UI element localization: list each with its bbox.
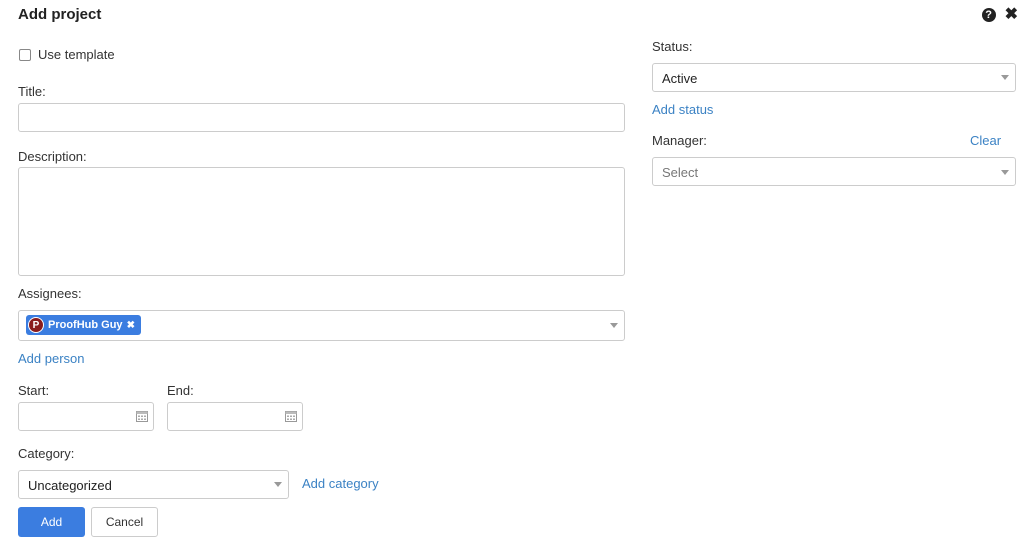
- end-label: End:: [167, 383, 194, 398]
- assignee-tag: P ProofHub Guy ✖: [26, 315, 141, 335]
- category-chevron-down-icon[interactable]: [274, 482, 282, 487]
- add-status-link[interactable]: Add status: [652, 102, 713, 117]
- description-label: Description:: [18, 149, 87, 164]
- remove-tag-icon[interactable]: ✖: [127, 320, 135, 331]
- cancel-button[interactable]: Cancel: [91, 507, 158, 537]
- assignee-name: ProofHub Guy: [48, 319, 123, 331]
- description-textarea[interactable]: [18, 167, 625, 276]
- manager-chevron-down-icon[interactable]: [1001, 170, 1009, 175]
- assignees-label: Assignees:: [18, 286, 82, 301]
- status-value: Active: [662, 71, 698, 86]
- status-chevron-down-icon[interactable]: [1001, 75, 1009, 80]
- close-icon[interactable]: ✖: [1005, 7, 1018, 23]
- start-calendar-icon[interactable]: [136, 410, 148, 422]
- add-person-link[interactable]: Add person: [18, 351, 85, 366]
- manager-placeholder: Select: [662, 165, 699, 180]
- end-date-input[interactable]: [167, 402, 303, 431]
- use-template-label: Use template: [38, 47, 115, 62]
- end-calendar-icon[interactable]: [285, 410, 297, 422]
- use-template-checkbox[interactable]: [19, 48, 31, 61]
- dialog-title: Add project: [18, 6, 102, 23]
- start-date-input[interactable]: [18, 402, 154, 431]
- category-value: Uncategorized: [28, 478, 112, 493]
- title-input[interactable]: [18, 103, 625, 132]
- assignees-chevron-down-icon[interactable]: [610, 323, 618, 328]
- manager-label: Manager:: [652, 133, 707, 148]
- avatar: P: [28, 317, 44, 333]
- help-icon[interactable]: ?: [981, 8, 996, 22]
- use-template-row: Use template: [19, 47, 115, 62]
- status-select[interactable]: [652, 63, 1016, 92]
- manager-clear-link[interactable]: Clear: [970, 133, 1001, 148]
- add-button[interactable]: Add: [18, 507, 85, 537]
- add-category-link[interactable]: Add category: [302, 476, 379, 491]
- start-label: Start:: [18, 383, 50, 398]
- status-label: Status:: [652, 39, 693, 54]
- manager-select[interactable]: [652, 157, 1016, 186]
- category-label: Category:: [18, 446, 75, 461]
- header-actions: ? ✖: [981, 7, 1018, 23]
- title-label: Title:: [18, 84, 46, 99]
